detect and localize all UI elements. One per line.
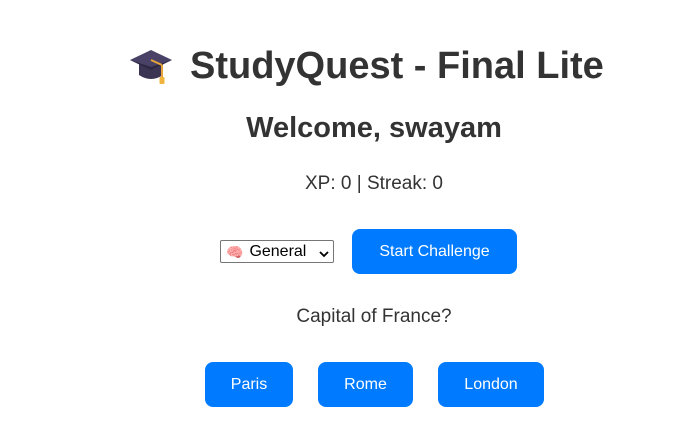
page-title: StudyQuest - Final Lite (190, 44, 604, 87)
page: StudyQuest - Final Lite Welcome, swayam … (0, 0, 690, 437)
answer-button-paris[interactable]: Paris (205, 362, 293, 407)
answer-options: Paris Rome London (205, 362, 544, 407)
start-challenge-button[interactable]: Start Challenge (352, 229, 517, 274)
brain-icon: 🧠 (226, 243, 244, 260)
question-text: Capital of France? (296, 306, 452, 327)
welcome-heading: Welcome, swayam (246, 112, 502, 144)
chevron-down-icon (319, 246, 329, 258)
graduation-cap-icon (128, 46, 174, 86)
answer-button-rome[interactable]: Rome (318, 362, 413, 407)
header: StudyQuest - Final Lite (128, 40, 604, 92)
challenge-controls: 🧠 General Start Challenge (220, 229, 517, 274)
xp-streak-stats: XP: 0 | Streak: 0 (304, 173, 443, 194)
answer-button-london[interactable]: London (438, 362, 544, 407)
category-select-value: General (249, 242, 307, 260)
category-select[interactable]: 🧠 General (220, 240, 334, 263)
